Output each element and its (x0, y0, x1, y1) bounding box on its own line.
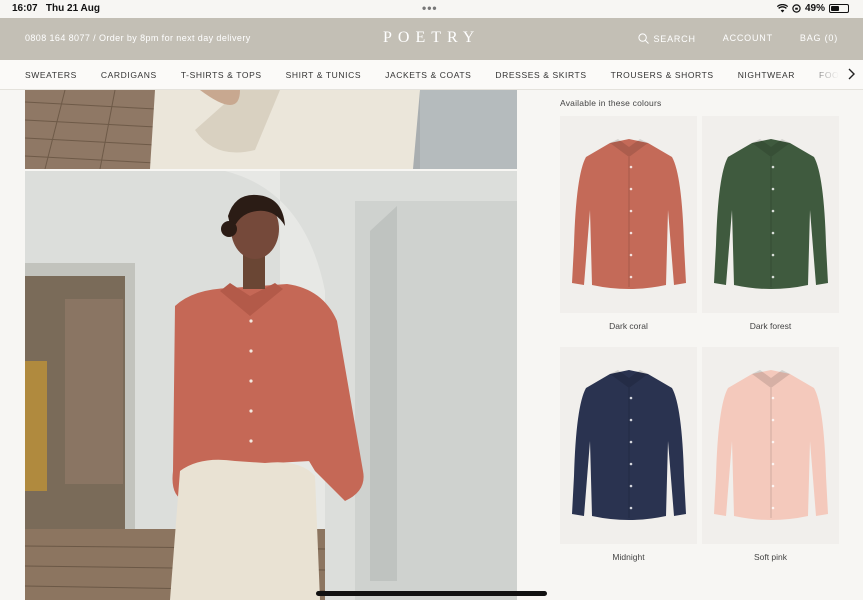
colour-name: Dark coral (609, 321, 648, 331)
shirt-image (560, 116, 697, 313)
nav-item-t-shirts-tops[interactable]: T-SHIRTS & TOPS (181, 70, 262, 80)
home-indicator[interactable] (316, 591, 547, 596)
photo-detail-image (25, 90, 517, 169)
brand-logo[interactable]: POETRY (383, 29, 480, 47)
shirt-image (560, 347, 697, 544)
nav-item-jackets-coats[interactable]: JACKETS & COATS (385, 70, 471, 80)
chevron-right-icon[interactable] (845, 67, 857, 81)
account-link[interactable]: ACCOUNT (723, 33, 773, 44)
multitasking-dots-icon[interactable]: ••• (422, 1, 438, 15)
nav-item-cardigans[interactable]: CARDIGANS (101, 70, 157, 80)
bag-link[interactable]: BAG (0) (800, 33, 838, 44)
status-icons: 49% (776, 3, 849, 14)
search-label: SEARCH (653, 33, 696, 44)
colour-option-midnight[interactable]: Midnight (560, 347, 697, 562)
category-list: SWEATERS CARDIGANS T-SHIRTS & TOPS SHIRT & … (25, 70, 863, 80)
colour-option-soft-pink[interactable]: Soft pink (702, 347, 839, 562)
wifi-icon (776, 4, 788, 13)
product-photo-model[interactable] (25, 171, 517, 600)
nav-item-dresses-skirts[interactable]: DRESSES & SKIRTS (495, 70, 586, 80)
colour-name: Soft pink (753, 552, 788, 562)
header-bar: 0808 164 8077 / Order by 8pm for next da… (0, 18, 863, 60)
model-photo-image (25, 171, 517, 600)
colour-options: Available in these colours Dark coral Dar… (560, 98, 840, 562)
header-links: SEARCH ACCOUNT BAG (0) (638, 33, 838, 44)
status-time-date: 16:07 Thu 21 Aug (12, 3, 100, 14)
colour-option-dark-forest[interactable]: Dark forest (702, 116, 839, 331)
battery-percent: 49% (804, 3, 825, 14)
shirt-image (702, 116, 839, 313)
delivery-message: 0808 164 8077 / Order by 8pm for next da… (25, 33, 251, 43)
nav-item-shirt-tunics[interactable]: SHIRT & TUNICS (286, 70, 361, 80)
nav-item-nightwear[interactable]: NIGHTWEAR (738, 70, 795, 80)
battery-icon (829, 4, 849, 13)
nav-item-trousers-shorts[interactable]: TROUSERS & SHORTS (611, 70, 714, 80)
nav-item-sweaters[interactable]: SWEATERS (25, 70, 77, 80)
orientation-lock-icon (792, 4, 801, 13)
colour-name: Dark forest (749, 321, 792, 331)
category-nav: SWEATERS CARDIGANS T-SHIRTS & TOPS SHIRT & … (0, 60, 863, 90)
colour-option-dark-coral[interactable]: Dark coral (560, 116, 697, 331)
product-photo-detail[interactable] (25, 90, 517, 169)
colour-name: Midnight (612, 552, 645, 562)
product-gallery (25, 90, 517, 600)
shirt-image (702, 347, 839, 544)
search-button[interactable]: SEARCH (638, 33, 695, 44)
status-bar: 16:07 Thu 21 Aug ••• 49% (0, 0, 863, 18)
search-icon (638, 33, 650, 44)
colours-heading: Available in these colours (560, 98, 662, 108)
